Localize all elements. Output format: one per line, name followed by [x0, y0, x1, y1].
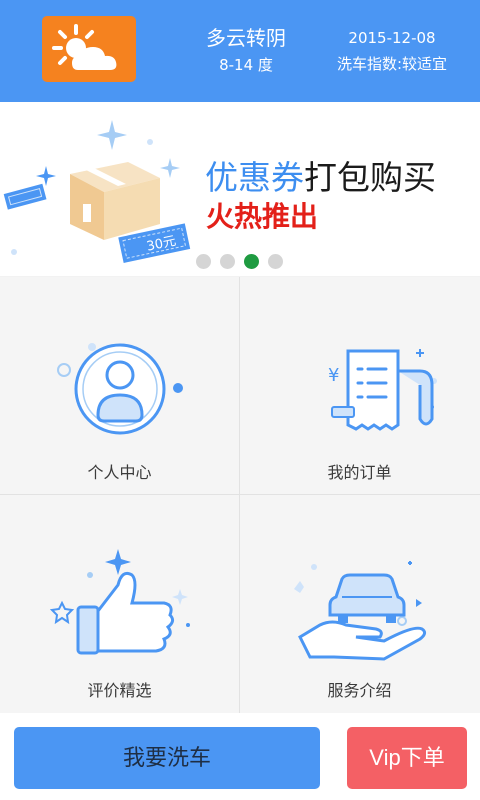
banner-title-highlight: 优惠券: [205, 158, 304, 197]
banner-title: 优惠券打包购买: [205, 158, 436, 198]
weather-header: 多云转阴 8-14 度 2015-12-08 洗车指数:较适宜: [0, 0, 480, 102]
grid-item-reviews[interactable]: 评价精选: [0, 495, 239, 712]
grid-divider-vertical: [239, 277, 240, 713]
banner-title-rest: 打包购买: [304, 158, 436, 197]
svg-text:¥: ¥: [328, 365, 339, 386]
vip-order-button[interactable]: Vip下单: [347, 727, 467, 789]
grid-item-label: 服务介绍: [327, 681, 392, 700]
grid-item-label: 个人中心: [87, 463, 152, 482]
user-profile-icon: [56, 343, 183, 435]
partly-cloudy-icon: [52, 24, 117, 70]
car-in-hand-icon: [293, 561, 426, 661]
weather-main: 多云转阴 8-14 度: [186, 26, 306, 76]
bottom-action-bar: 我要洗车 Vip下单: [0, 713, 480, 800]
wash-index-text: 洗车指数:较适宜: [336, 55, 448, 73]
grid-item-profile[interactable]: 个人中心: [0, 277, 239, 494]
grid-item-label: 我的订单: [327, 463, 392, 482]
carousel-dot[interactable]: [220, 254, 235, 269]
weather-condition: 多云转阴: [206, 26, 286, 50]
grid-item-service[interactable]: 服务介绍: [240, 495, 479, 712]
carousel-dots: [196, 254, 283, 269]
grid-item-orders[interactable]: ¥ 我的订单: [240, 277, 479, 494]
banner-subtitle: 火热推出: [206, 200, 319, 233]
grid-divider-horizontal: [0, 494, 480, 495]
receipt-order-icon: ¥: [328, 349, 437, 431]
date-text: 2015-12-08: [348, 29, 436, 47]
carousel-dot[interactable]: [268, 254, 283, 269]
menu-grid: 个人中心 ¥ 我的订单 评价精选 服务介绍: [0, 277, 480, 713]
thumbs-up-icon: [49, 549, 190, 655]
temperature-range: 8-14 度: [219, 56, 273, 74]
carousel-dot[interactable]: [196, 254, 211, 269]
weather-side: 2015-12-08 洗车指数:较适宜: [322, 28, 462, 74]
carousel-dot-active[interactable]: [244, 254, 259, 269]
gift-box-coupon-icon: 30元: [3, 120, 191, 263]
promo-banner[interactable]: 30元 优惠券打包购买 火热推出: [0, 102, 480, 276]
grid-item-label: 评价精选: [87, 681, 152, 700]
weather-icon-box: [42, 16, 136, 82]
wash-car-button[interactable]: 我要洗车: [14, 727, 320, 789]
